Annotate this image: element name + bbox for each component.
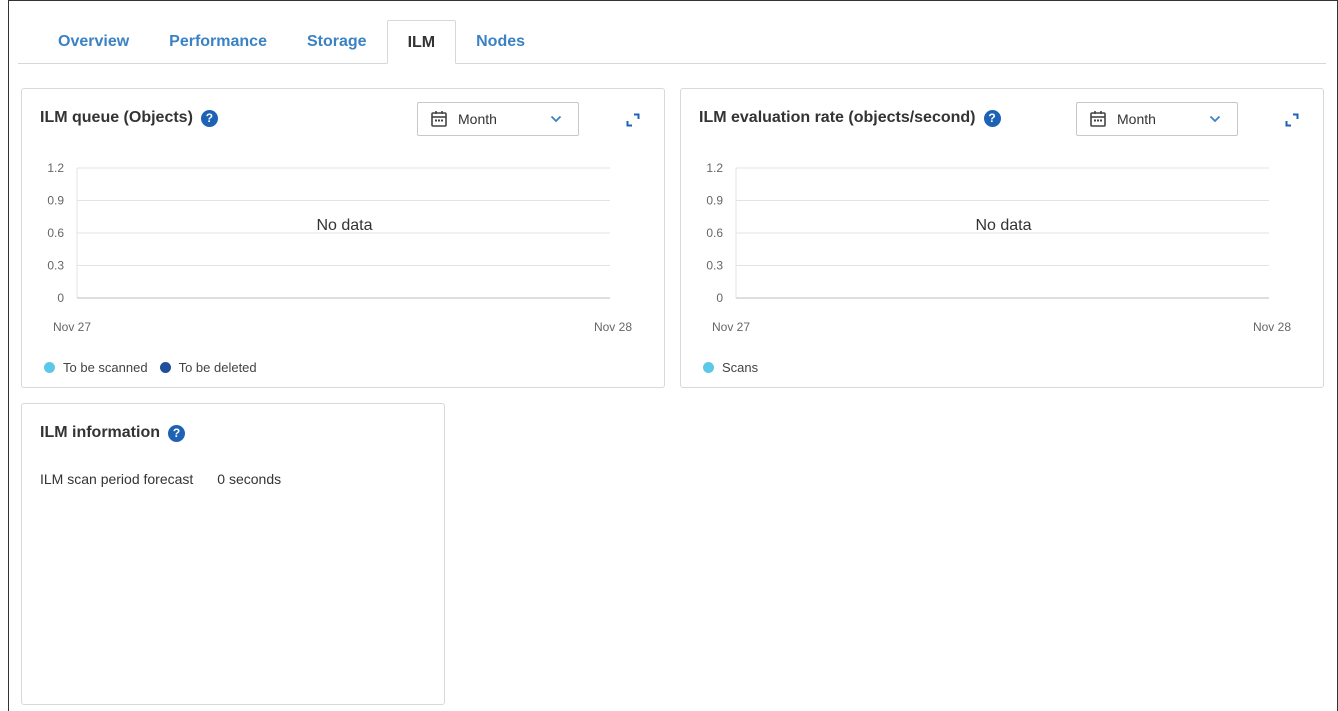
ilm-queue-chart: 1.2 0.9 0.6 0.3 0 Nov 27 Nov 28 No data [47, 161, 632, 334]
legend-item-to-be-scanned[interactable]: To be scanned [44, 360, 148, 375]
legend-label: To be deleted [178, 360, 257, 375]
y-tick-label: 0.6 [47, 226, 64, 240]
y-tick-label: 0.9 [706, 194, 723, 208]
ilm-evaluation-rate-chart: 1.2 0.9 0.6 0.3 0 Nov 27 Nov 28 No data [706, 161, 1291, 334]
tab-nodes[interactable]: Nodes [456, 20, 545, 64]
y-tick-label: 0.3 [706, 259, 723, 273]
y-tick-label: 0 [57, 291, 64, 305]
no-data-message: No data [316, 217, 372, 234]
tab-bar: Overview Performance Storage ILM Nodes [38, 20, 545, 64]
ilm-information-card: ILM information ? ILM scan period foreca… [21, 403, 445, 705]
y-tick-label: 0.3 [47, 259, 64, 273]
card-title: ILM information ? [40, 424, 185, 442]
ilm-queue-card: ILM queue (Objects) ? Month 1.2 0.9 0.6 0.3… [21, 88, 665, 388]
legend-swatch [703, 362, 714, 373]
x-tick-label: Nov 27 [712, 320, 750, 334]
x-tick-label: Nov 28 [594, 320, 632, 334]
ilm-information-title: ILM information [40, 424, 160, 441]
legend-label: Scans [722, 360, 759, 375]
legend-item-scans[interactable]: Scans [703, 360, 758, 375]
y-tick-label: 0 [716, 291, 723, 305]
y-tick-label: 1.2 [47, 161, 64, 175]
y-tick-label: 0.9 [47, 194, 64, 208]
no-data-message: No data [975, 217, 1031, 234]
legend-swatch [159, 362, 171, 373]
scan-period-label: ILM scan period forecast [40, 471, 194, 487]
x-tick-label: Nov 28 [1253, 320, 1291, 334]
y-tick-label: 0.6 [706, 226, 723, 240]
x-tick-label: Nov 27 [53, 320, 91, 334]
scan-period-row: ILM scan period forecast 0 seconds [40, 471, 281, 487]
ilm-evaluation-rate-card: ILM evaluation rate (objects/second) ? M… [680, 88, 1324, 388]
scan-period-value: 0 seconds [217, 471, 282, 487]
tab-storage[interactable]: Storage [287, 20, 387, 64]
y-tick-label: 1.2 [706, 161, 723, 175]
legend-item-to-be-deleted[interactable]: To be deleted [159, 360, 257, 375]
legend-swatch [44, 362, 55, 373]
chart-legend: To be scanned To be deleted [44, 360, 269, 375]
help-icon[interactable]: ? [167, 424, 185, 442]
tab-ilm[interactable]: ILM [386, 20, 457, 64]
tab-overview[interactable]: Overview [38, 20, 149, 64]
tab-performance[interactable]: Performance [149, 20, 287, 64]
chart-legend: Scans [703, 360, 770, 375]
legend-label: To be scanned [63, 360, 148, 375]
